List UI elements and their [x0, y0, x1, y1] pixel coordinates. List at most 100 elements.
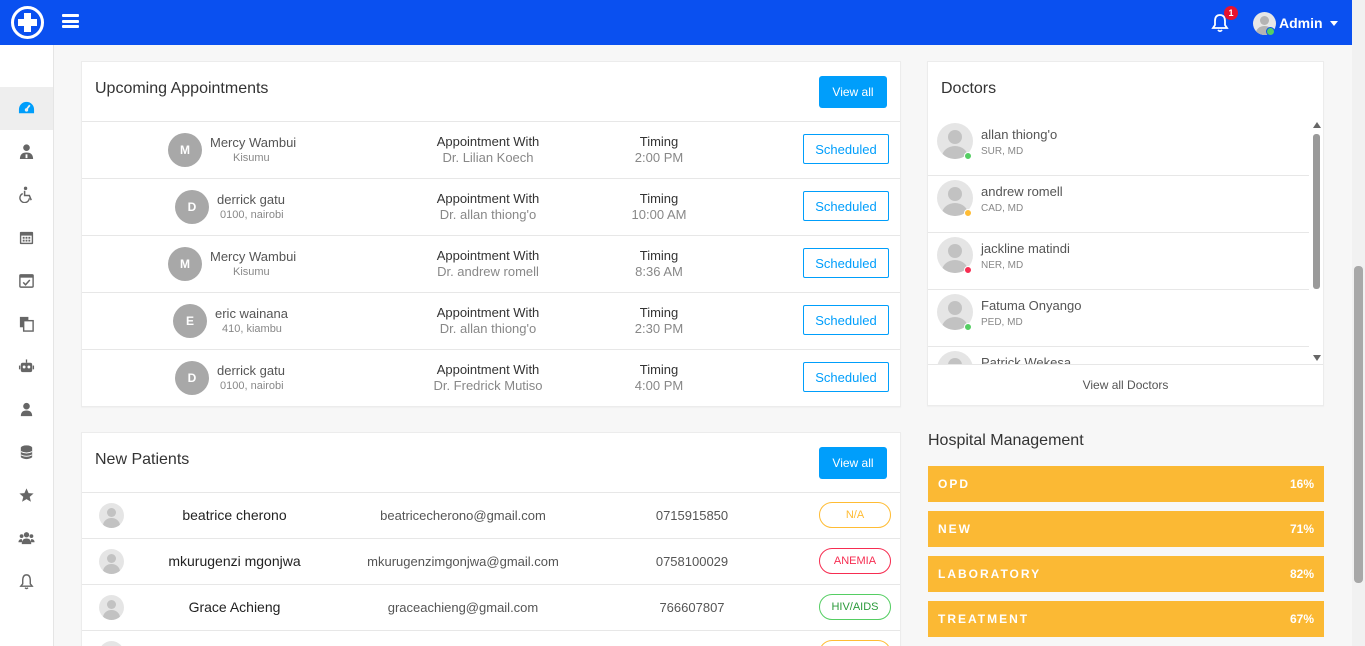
- appointment-row[interactable]: M Mercy Wambui Kisumu Appointment With D…: [82, 235, 900, 292]
- doctor-list-item[interactable]: jackline matindi NER, MD: [928, 233, 1309, 290]
- hospital-cross-logo-icon[interactable]: [11, 6, 44, 39]
- progress-bar-opd: OPD 16%: [928, 466, 1324, 502]
- status-button[interactable]: Scheduled: [803, 305, 889, 335]
- appointment-row[interactable]: E eric wainana 410, kiambu Appointment W…: [82, 292, 900, 349]
- patient-avatar: [99, 503, 124, 528]
- sidebar-item-dashboard[interactable]: [0, 87, 53, 130]
- doctor-name: Dr. Fredrick Mutiso: [433, 378, 543, 393]
- calendar-icon: [19, 231, 34, 245]
- appointment-time: 2:00 PM: [634, 150, 684, 165]
- status-dot: [964, 209, 972, 217]
- status-dot: [964, 266, 972, 274]
- sidebar-item-doctors[interactable]: [0, 130, 53, 173]
- patient-location: 410, kiambu: [222, 323, 282, 335]
- scroll-up-arrow-icon[interactable]: [1313, 122, 1321, 128]
- sidebar-item-profile[interactable]: [0, 388, 53, 431]
- patient-phone: 0715915850: [655, 508, 729, 523]
- timing-label: Timing: [639, 191, 679, 206]
- patient-email: mkurugenzimgonjwa@gmail.com: [367, 554, 559, 569]
- sidebar-item-notifications[interactable]: [0, 560, 53, 603]
- view-all-appointments-button[interactable]: View all: [819, 76, 887, 108]
- notification-count-badge: 1: [1224, 6, 1238, 20]
- doctors-list-scrollbar[interactable]: [1313, 122, 1321, 362]
- status-button[interactable]: Scheduled: [803, 362, 889, 392]
- appointment-time: 4:00 PM: [634, 378, 684, 393]
- patient-location: 0100, nairobi: [220, 209, 284, 221]
- appointment-row[interactable]: D derrick gatu 0100, nairobi Appointment…: [82, 178, 900, 235]
- condition-badge: ANEMIA: [819, 548, 891, 574]
- doctor-name: allan thiong'o: [981, 127, 1058, 142]
- sidebar-item-schedule[interactable]: [0, 259, 53, 302]
- status-button[interactable]: Scheduled: [803, 134, 889, 164]
- timing-label: Timing: [639, 248, 679, 263]
- menu-toggle-icon[interactable]: [62, 14, 79, 28]
- patient-row[interactable]: mkurugenzi mgonjwa mkurugenzimgonjwa@gma…: [82, 538, 900, 584]
- wheelchair-icon: [19, 186, 32, 203]
- doctor-specialty: SUR, MD: [981, 146, 1024, 157]
- patient-location: Kisumu: [233, 266, 270, 278]
- doctor-specialty: PED, MD: [981, 317, 1023, 328]
- doctors-list[interactable]: allan thiong'o SUR, MD andrew romell CAD…: [928, 119, 1311, 364]
- appointment-time: 8:36 AM: [635, 264, 683, 279]
- patient-email: beatricecherono@gmail.com: [380, 508, 546, 523]
- appointment-time: 2:30 PM: [634, 321, 684, 336]
- sidebar-item-patients[interactable]: [0, 173, 53, 216]
- sidebar-item-database[interactable]: [0, 431, 53, 474]
- patient-row[interactable]: [82, 630, 900, 646]
- patient-row[interactable]: Grace Achieng graceachieng@gmail.com 766…: [82, 584, 900, 630]
- calendar-check-icon: [19, 274, 34, 288]
- bar-label: OPD: [938, 477, 971, 491]
- sidebar-item-records[interactable]: [0, 302, 53, 345]
- robot-icon: [18, 359, 35, 373]
- user-doctor-icon: [19, 144, 34, 160]
- patient-avatar: D: [175, 190, 209, 224]
- appointment-with-label: Appointment With: [436, 362, 540, 377]
- appointment-with-label: Appointment With: [436, 191, 540, 206]
- sidebar-item-appointments[interactable]: [0, 216, 53, 259]
- progress-bar-laboratory: LABORATORY 82%: [928, 556, 1324, 592]
- doctor-name: Dr. Lilian Koech: [442, 150, 534, 165]
- doctor-name: Dr. allan thiong'o: [439, 321, 537, 336]
- sidebar-item-reviews[interactable]: [0, 474, 53, 517]
- caret-down-icon: [1329, 20, 1338, 26]
- bar-percentage: 82%: [1289, 567, 1314, 581]
- scroll-down-arrow-icon[interactable]: [1313, 355, 1321, 361]
- users-icon: [18, 532, 35, 545]
- view-all-patients-button[interactable]: View all: [819, 447, 887, 479]
- view-all-doctors-link[interactable]: View all Doctors: [928, 364, 1323, 405]
- doctor-list-item[interactable]: Fatuma Onyango PED, MD: [928, 290, 1309, 347]
- page-scrollbar[interactable]: [1352, 0, 1365, 646]
- sidebar-item-automation[interactable]: [0, 345, 53, 388]
- appointment-with-label: Appointment With: [436, 248, 540, 263]
- patient-name: Grace Achieng: [188, 599, 281, 615]
- copy-icon: [19, 316, 34, 332]
- doctor-specialty: NER, MD: [981, 260, 1024, 271]
- appointment-row[interactable]: D derrick gatu 0100, nairobi Appointment…: [82, 349, 900, 406]
- patient-email: graceachieng@gmail.com: [387, 600, 539, 615]
- doctor-name: Patrick Wekesa: [981, 355, 1072, 364]
- doctor-list-item[interactable]: andrew romell CAD, MD: [928, 176, 1309, 233]
- condition-badge: [819, 640, 891, 646]
- page-scrollbar-thumb[interactable]: [1354, 266, 1363, 583]
- appointment-with-label: Appointment With: [436, 305, 540, 320]
- bar-percentage: 16%: [1289, 477, 1314, 491]
- timing-label: Timing: [639, 362, 679, 377]
- doctor-list-item[interactable]: Patrick Wekesa: [928, 347, 1309, 364]
- appointment-row[interactable]: M Mercy Wambui Kisumu Appointment With D…: [82, 121, 900, 178]
- doctor-list-item[interactable]: allan thiong'o SUR, MD: [928, 119, 1309, 176]
- appointment-time: 10:00 AM: [631, 207, 687, 222]
- doctor-name: Dr. allan thiong'o: [439, 207, 537, 222]
- bar-percentage: 71%: [1289, 522, 1314, 536]
- sidebar-item-staff[interactable]: [0, 517, 53, 560]
- doctors-card: Doctors allan thiong'o SUR, MD andrew ro…: [927, 61, 1324, 406]
- status-button[interactable]: Scheduled: [803, 248, 889, 278]
- hospital-management-title: Hospital Management: [928, 432, 1084, 449]
- doctor-name: Dr. andrew romell: [437, 264, 539, 279]
- patient-row[interactable]: beatrice cherono beatricecherono@gmail.c…: [82, 492, 900, 538]
- patient-name: Mercy Wambui: [210, 249, 297, 264]
- condition-badge: HIV/AIDS: [819, 594, 891, 620]
- card-title: New Patients: [95, 451, 190, 468]
- scrollbar-thumb[interactable]: [1313, 134, 1320, 289]
- status-button[interactable]: Scheduled: [803, 191, 889, 221]
- bar-label: TREATMENT: [938, 612, 1030, 626]
